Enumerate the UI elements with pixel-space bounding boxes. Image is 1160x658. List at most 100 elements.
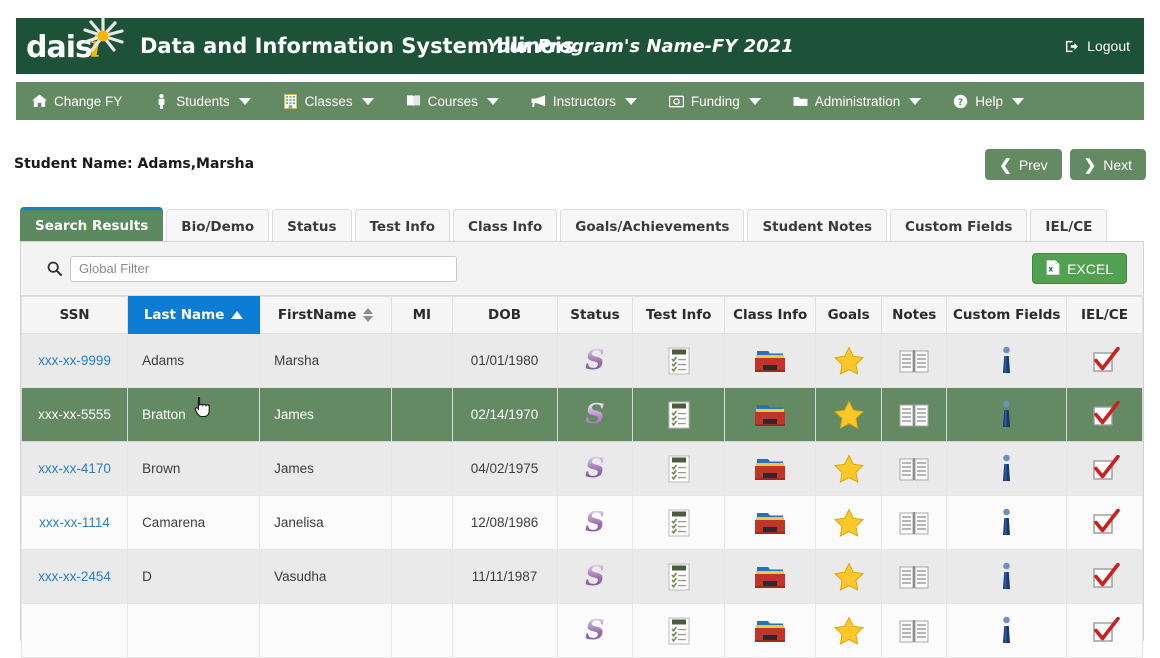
status-s-icon[interactable]: S [585, 401, 605, 428]
cell-custom-fields[interactable] [946, 387, 1067, 442]
tab-iel-ce[interactable]: IEL/CE [1030, 209, 1108, 243]
ssn-link[interactable]: xxx-xx-4170 [38, 461, 111, 476]
class-info-folders-icon[interactable] [754, 455, 786, 483]
cell-status[interactable]: S [556, 333, 634, 388]
cell-notes[interactable] [880, 387, 948, 442]
cell-status[interactable]: S [556, 387, 634, 442]
cell-notes[interactable] [880, 441, 948, 496]
cell-status[interactable]: S [556, 441, 634, 496]
col-header-notes[interactable]: Notes [880, 296, 948, 334]
table-row[interactable]: xxx-xx-2454 D Vasudha 11/11/1987 S [20, 549, 1143, 604]
test-info-clipboard-icon[interactable] [665, 454, 693, 484]
custom-fields-info-icon[interactable] [1000, 400, 1013, 430]
cell-status[interactable]: S [556, 603, 634, 658]
notes-book-icon[interactable] [899, 510, 929, 536]
cell-class-info[interactable] [723, 549, 817, 604]
iel-ce-checkmark-icon[interactable] [1090, 508, 1120, 537]
ssn-link[interactable]: xxx-xx-9999 [38, 353, 111, 368]
notes-book-icon[interactable] [899, 348, 929, 374]
status-s-icon[interactable]: S [585, 563, 605, 590]
custom-fields-info-icon[interactable] [1000, 454, 1013, 484]
test-info-clipboard-icon[interactable] [665, 562, 693, 592]
cell-status[interactable]: S [556, 495, 634, 550]
export-excel-button[interactable]: x EXCEL [1032, 253, 1127, 284]
col-header-dob[interactable]: DOB [451, 296, 558, 334]
class-info-folders-icon[interactable] [754, 563, 786, 591]
tab-custom-fields[interactable]: Custom Fields [890, 209, 1028, 243]
cell-status[interactable]: S [556, 549, 634, 604]
col-header-status[interactable]: Status [556, 296, 634, 334]
cell-goals[interactable] [815, 495, 882, 550]
cell-iel-ce[interactable] [1066, 387, 1143, 442]
nav-item-funding[interactable]: Funding [653, 82, 777, 120]
goals-star-icon[interactable] [833, 400, 864, 429]
class-info-folders-icon[interactable] [754, 401, 786, 429]
col-header-custom-fields[interactable]: Custom Fields [946, 296, 1067, 334]
status-s-icon[interactable]: S [585, 347, 605, 374]
custom-fields-info-icon[interactable] [1000, 616, 1013, 646]
status-s-icon[interactable]: S [585, 509, 605, 536]
cell-class-info[interactable] [723, 495, 817, 550]
test-info-clipboard-icon[interactable] [665, 346, 693, 376]
col-header-first-name[interactable]: FirstName [259, 296, 393, 334]
cell-ssn[interactable]: xxx-xx-4170 [20, 441, 129, 496]
cell-goals[interactable] [815, 549, 882, 604]
table-row[interactable]: xxx-xx-5555 Bratton James 02/14/1970 S [20, 387, 1143, 442]
cell-test-info[interactable] [632, 495, 725, 550]
cell-test-info[interactable] [632, 333, 725, 388]
iel-ce-checkmark-icon[interactable] [1090, 454, 1120, 483]
cell-iel-ce[interactable] [1066, 441, 1143, 496]
class-info-folders-icon[interactable] [754, 509, 786, 537]
cell-notes[interactable] [880, 333, 948, 388]
cell-goals[interactable] [815, 441, 882, 496]
cell-ssn[interactable]: xxx-xx-1114 [20, 495, 129, 550]
cell-goals[interactable] [815, 387, 882, 442]
tab-class-info[interactable]: Class Info [453, 209, 558, 243]
cell-last-name[interactable]: D [127, 549, 261, 604]
cell-class-info[interactable] [723, 441, 817, 496]
cell-last-name[interactable]: Bratton [127, 387, 261, 442]
status-s-icon[interactable]: S [585, 617, 605, 644]
col-header-class-info[interactable]: Class Info [723, 296, 817, 334]
goals-star-icon[interactable] [833, 346, 864, 375]
notes-book-icon[interactable] [899, 564, 929, 590]
col-header-mi[interactable]: MI [391, 296, 453, 334]
test-info-clipboard-icon[interactable] [665, 508, 693, 538]
iel-ce-checkmark-icon[interactable] [1090, 346, 1120, 375]
logout-button[interactable]: Logout [1065, 38, 1130, 54]
custom-fields-info-icon[interactable] [1000, 346, 1013, 376]
col-header-iel-ce[interactable]: IEL/CE [1066, 296, 1143, 334]
class-info-folders-icon[interactable] [754, 347, 786, 375]
cell-last-name[interactable]: Adams [127, 333, 261, 388]
nav-item-administration[interactable]: Administration [777, 82, 938, 120]
notes-book-icon[interactable] [899, 456, 929, 482]
table-row[interactable]: xxx-xx-9999 Adams Marsha 01/01/1980 S [20, 333, 1143, 388]
col-header-last-name[interactable]: Last Name [127, 296, 261, 334]
cell-class-info[interactable] [723, 333, 817, 388]
cell-ssn[interactable]: xxx-xx-2454 [20, 549, 129, 604]
tab-status[interactable]: Status [272, 209, 352, 243]
custom-fields-info-icon[interactable] [1000, 562, 1013, 592]
prev-button[interactable]: ❮ Prev [985, 149, 1062, 180]
cell-test-info[interactable] [632, 441, 725, 496]
col-header-ssn[interactable]: SSN [20, 296, 129, 334]
cell-custom-fields[interactable] [946, 495, 1067, 550]
cell-notes[interactable] [880, 549, 948, 604]
search-input[interactable] [70, 255, 457, 282]
test-info-clipboard-icon[interactable] [665, 616, 693, 646]
cell-custom-fields[interactable] [946, 549, 1067, 604]
table-row[interactable]: xxx-xx-1114 Camarena Janelisa 12/08/1986 S [20, 495, 1143, 550]
cell-iel-ce[interactable] [1066, 603, 1143, 658]
cell-notes[interactable] [880, 603, 948, 658]
cell-ssn[interactable]: xxx-xx-9999 [20, 333, 129, 388]
table-row[interactable]: xxx-xx-4170 Brown James 04/02/1975 S [20, 441, 1143, 496]
cell-notes[interactable] [880, 495, 948, 550]
nav-item-instructors[interactable]: Instructors [515, 82, 653, 120]
goals-star-icon[interactable] [833, 508, 864, 537]
cell-iel-ce[interactable] [1066, 549, 1143, 604]
cell-test-info[interactable] [632, 387, 725, 442]
col-header-goals[interactable]: Goals [815, 296, 882, 334]
table-row[interactable]: S [20, 603, 1143, 658]
nav-item-courses[interactable]: Courses [390, 82, 515, 120]
tab-bio-demo[interactable]: Bio/Demo [166, 209, 270, 243]
